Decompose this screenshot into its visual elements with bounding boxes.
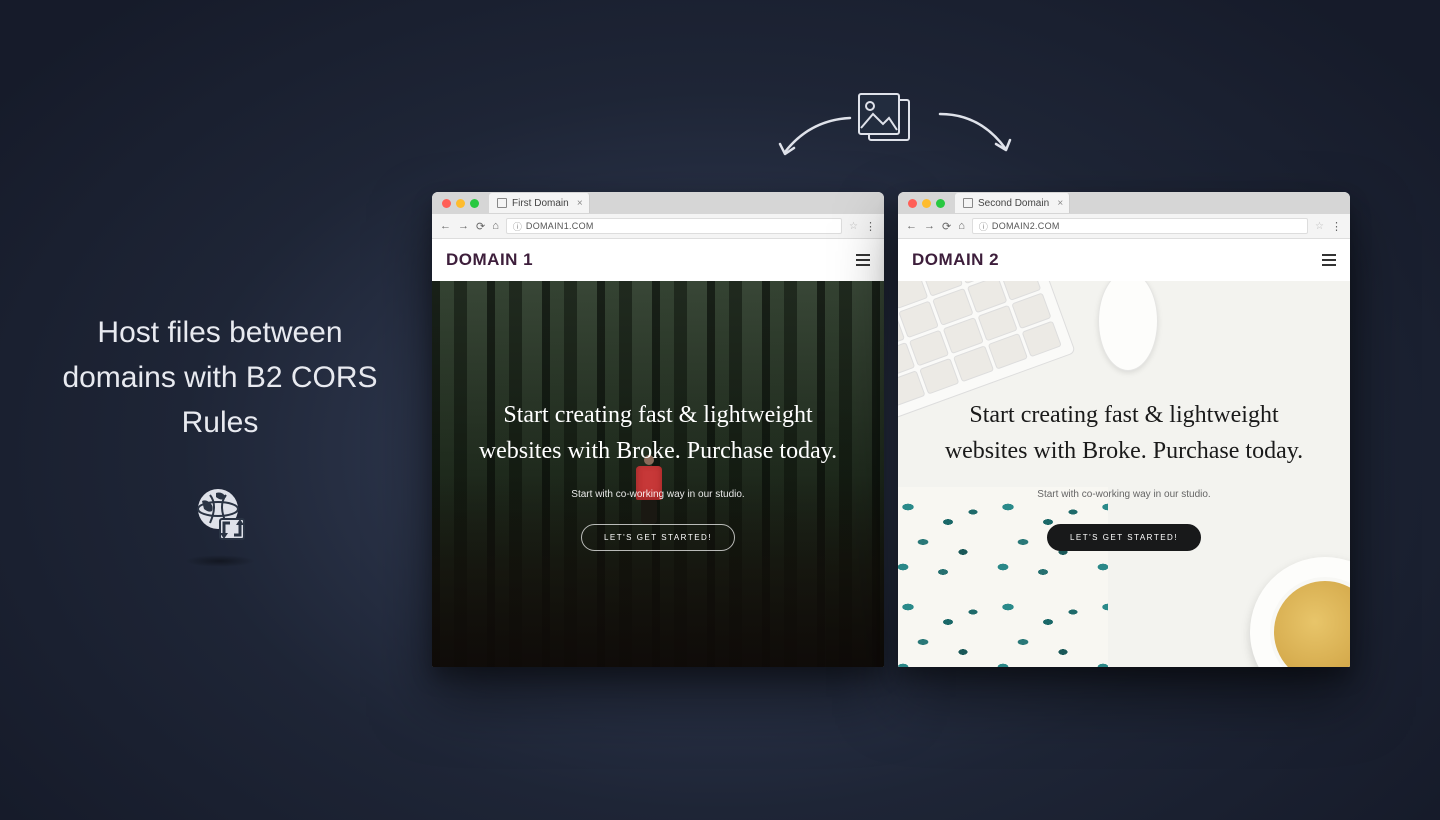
close-tab-icon[interactable]: × bbox=[577, 198, 583, 209]
browser-tab[interactable]: First Domain × bbox=[489, 193, 590, 213]
hero-section: Start creating fast & lightweight websit… bbox=[898, 281, 1350, 667]
hamburger-menu-icon[interactable] bbox=[1322, 254, 1336, 266]
image-stack-icon bbox=[855, 90, 915, 146]
home-icon[interactable]: ⌂ bbox=[958, 220, 965, 232]
mouse-illustration bbox=[1098, 281, 1158, 371]
url-input[interactable]: ⓘ DOMAIN2.COM bbox=[972, 218, 1308, 234]
info-icon: ⓘ bbox=[979, 220, 988, 233]
hero-subtitle: Start with co-working way in our studio. bbox=[571, 489, 744, 500]
cta-button[interactable]: LET'S GET STARTED! bbox=[581, 524, 735, 551]
browser-tab[interactable]: Second Domain × bbox=[955, 193, 1070, 213]
traffic-lights bbox=[908, 199, 945, 208]
menu-dots-icon[interactable]: ⋮ bbox=[1331, 220, 1342, 233]
desk-bg bbox=[898, 281, 1350, 667]
forward-icon[interactable]: → bbox=[458, 220, 469, 232]
page-content: DOMAIN 2 Start creating fast & lightweig… bbox=[898, 239, 1350, 667]
tab-bar: First Domain × bbox=[432, 192, 884, 214]
close-icon[interactable] bbox=[908, 199, 917, 208]
coffee-cup-illustration bbox=[1250, 557, 1350, 667]
bookmark-icon[interactable]: ☆ bbox=[849, 221, 858, 232]
curved-arrow-right-icon bbox=[930, 100, 1020, 160]
hero-subtitle: Start with co-working way in our studio. bbox=[1037, 489, 1210, 500]
maximize-icon[interactable] bbox=[470, 199, 479, 208]
browser-window-2: Second Domain × ← → ⟳ ⌂ ⓘ DOMAIN2.COM ☆ … bbox=[898, 192, 1350, 667]
url-input[interactable]: ⓘ DOMAIN1.COM bbox=[506, 218, 842, 234]
cta-button[interactable]: LET'S GET STARTED! bbox=[1047, 524, 1201, 551]
tab-bar: Second Domain × bbox=[898, 192, 1350, 214]
tab-title: Second Domain bbox=[978, 198, 1049, 209]
url-text: DOMAIN1.COM bbox=[526, 221, 594, 231]
back-icon[interactable]: ← bbox=[440, 220, 451, 232]
reload-icon[interactable]: ⟳ bbox=[942, 220, 951, 233]
minimize-icon[interactable] bbox=[922, 199, 931, 208]
address-bar: ← → ⟳ ⌂ ⓘ DOMAIN2.COM ☆ ⋮ bbox=[898, 214, 1350, 239]
minimize-icon[interactable] bbox=[456, 199, 465, 208]
address-bar: ← → ⟳ ⌂ ⓘ DOMAIN1.COM ☆ ⋮ bbox=[432, 214, 884, 239]
tab-title: First Domain bbox=[512, 198, 569, 209]
favicon-icon bbox=[497, 198, 507, 208]
home-icon[interactable]: ⌂ bbox=[492, 220, 499, 232]
traffic-lights bbox=[442, 199, 479, 208]
hero-title: Start creating fast & lightweight websit… bbox=[468, 397, 848, 469]
close-icon[interactable] bbox=[442, 199, 451, 208]
bookmark-icon[interactable]: ☆ bbox=[1315, 221, 1324, 232]
site-title: DOMAIN 2 bbox=[912, 250, 999, 270]
maximize-icon[interactable] bbox=[936, 199, 945, 208]
globe-arrows-icon bbox=[185, 480, 255, 550]
menu-dots-icon[interactable]: ⋮ bbox=[865, 220, 876, 233]
curved-arrow-left-icon bbox=[770, 110, 860, 170]
hero-title: Start creating fast & lightweight websit… bbox=[934, 397, 1314, 469]
site-title: DOMAIN 1 bbox=[446, 250, 533, 270]
url-text: DOMAIN2.COM bbox=[992, 221, 1060, 231]
icon-shadow bbox=[185, 555, 255, 567]
back-icon[interactable]: ← bbox=[906, 220, 917, 232]
browser-window-1: First Domain × ← → ⟳ ⌂ ⓘ DOMAIN1.COM ☆ ⋮… bbox=[432, 192, 884, 667]
hero-section: Start creating fast & lightweight websit… bbox=[432, 281, 884, 667]
pattern-square bbox=[898, 487, 1108, 667]
site-header: DOMAIN 1 bbox=[432, 239, 884, 281]
reload-icon[interactable]: ⟳ bbox=[476, 220, 485, 233]
close-tab-icon[interactable]: × bbox=[1057, 198, 1063, 209]
favicon-icon bbox=[963, 198, 973, 208]
site-header: DOMAIN 2 bbox=[898, 239, 1350, 281]
marketing-caption: Host files between domains with B2 CORS … bbox=[60, 310, 380, 445]
forward-icon[interactable]: → bbox=[924, 220, 935, 232]
page-content: DOMAIN 1 Start creating fast & lightweig… bbox=[432, 239, 884, 667]
hamburger-menu-icon[interactable] bbox=[856, 254, 870, 266]
info-icon: ⓘ bbox=[513, 220, 522, 233]
